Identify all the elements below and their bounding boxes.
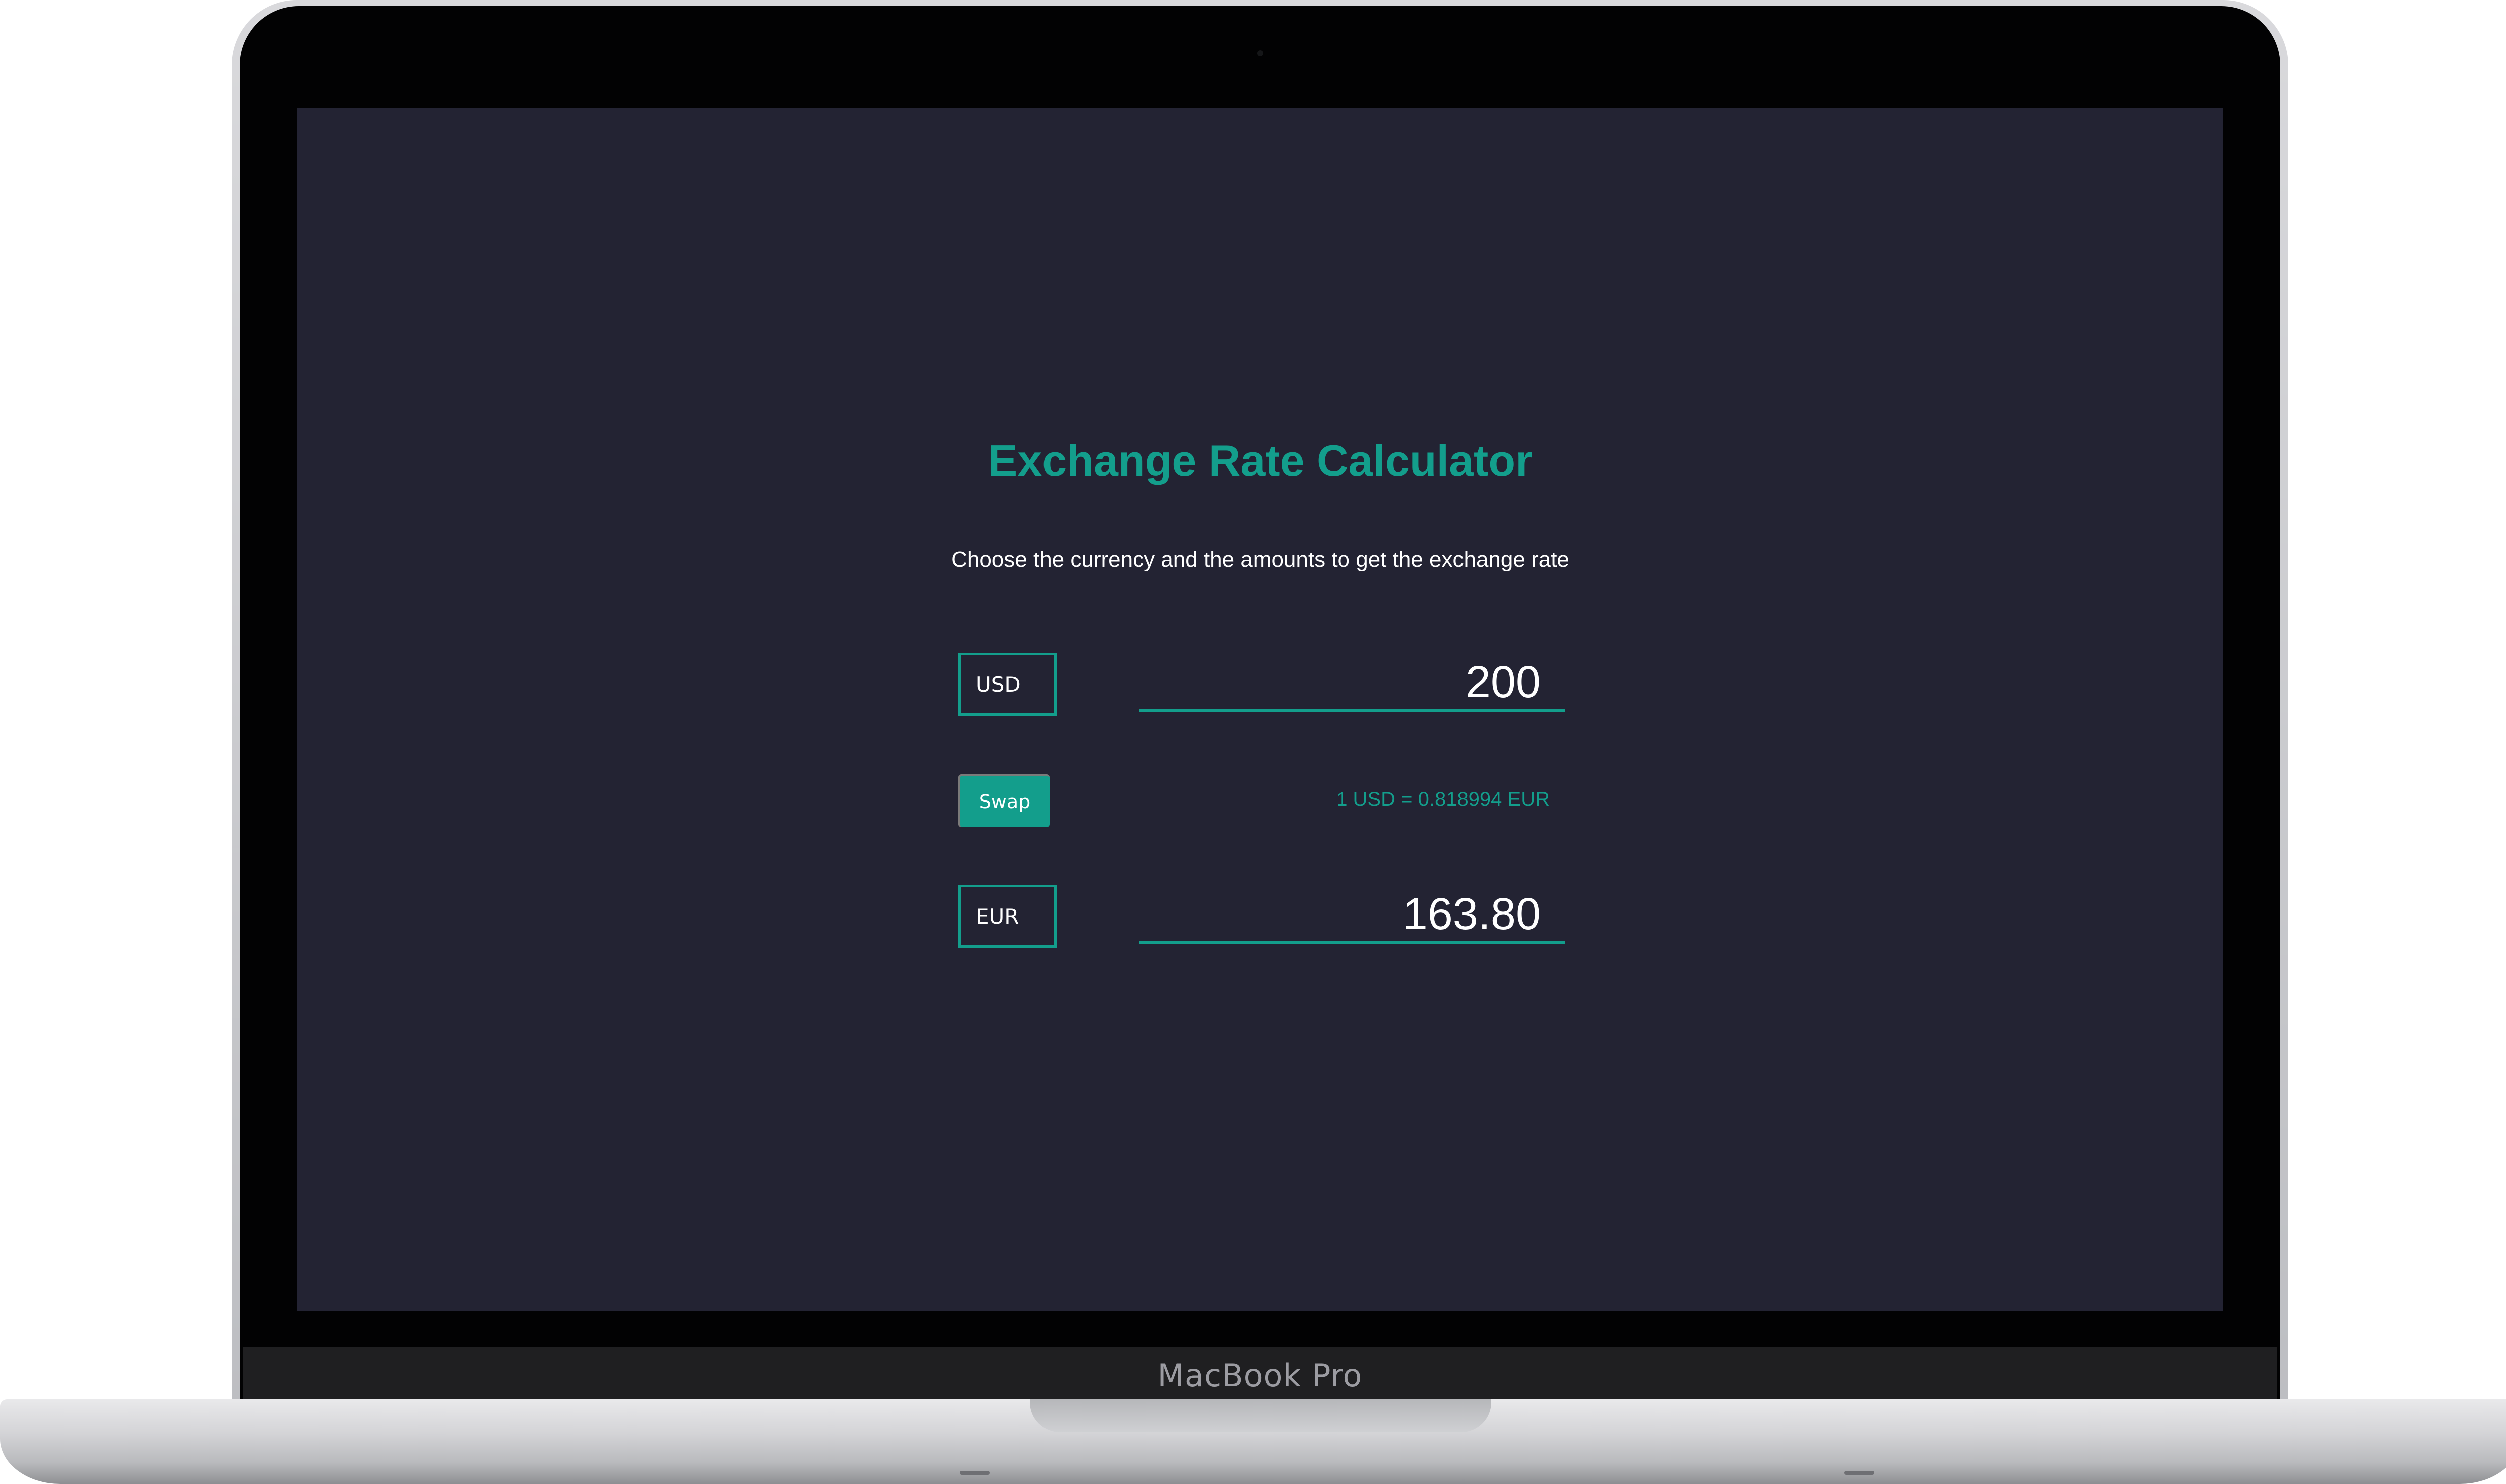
- swap-button[interactable]: Swap: [958, 774, 1050, 827]
- laptop-notch: [1030, 1399, 1491, 1432]
- page-title: Exchange Rate Calculator: [988, 436, 1533, 485]
- laptop-foot-right: [1844, 1471, 1874, 1475]
- to-currency-label: EUR: [976, 904, 1019, 929]
- device-brand-label: MacBook Pro: [1157, 1357, 1363, 1394]
- laptop-foot-left: [960, 1471, 990, 1475]
- to-amount-value: 163.80: [1402, 889, 1541, 939]
- to-currency-select[interactable]: EUR: [958, 885, 1057, 948]
- camera-icon: [1257, 50, 1263, 56]
- from-currency-label: USD: [976, 672, 1021, 697]
- laptop-mockup: Exchange Rate Calculator Choose the curr…: [0, 0, 2506, 1484]
- from-currency-select[interactable]: USD: [958, 653, 1057, 716]
- page-subtitle: Choose the currency and the amounts to g…: [951, 547, 1569, 572]
- from-amount-value: 200: [1465, 657, 1541, 707]
- from-amount-input[interactable]: 200: [1139, 657, 1565, 712]
- exchange-rate-text: 1 USD = 0.818994 EUR: [1336, 788, 1550, 810]
- to-amount-input[interactable]: 163.80: [1139, 889, 1565, 944]
